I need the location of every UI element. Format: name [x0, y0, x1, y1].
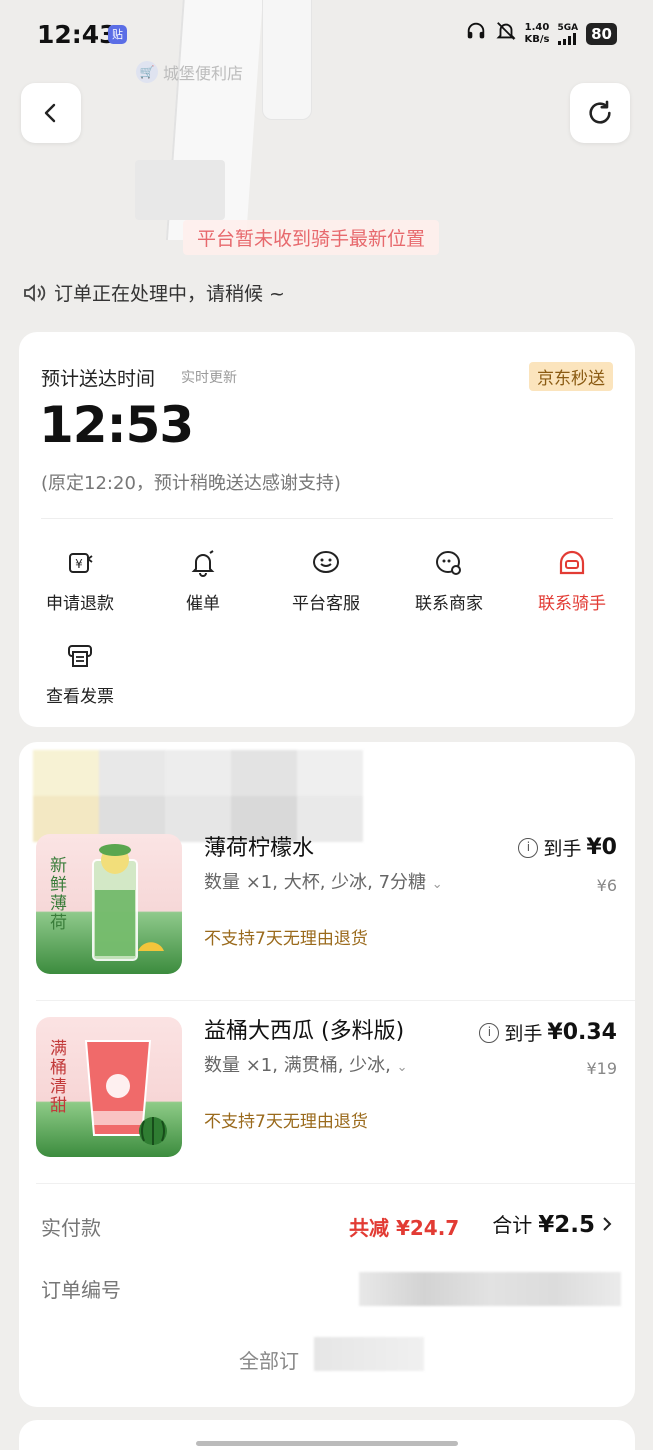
- customer-service-icon: [313, 551, 339, 573]
- net-price-value: ¥0.34: [547, 1020, 617, 1045]
- chevron-down-icon: ⌄: [396, 1060, 408, 1075]
- contact-rider-button[interactable]: 联系骑手: [517, 547, 627, 614]
- rider-location-tip: 平台暂未收到骑手最新位置: [183, 220, 440, 255]
- contact-merchant-button[interactable]: 联系商家: [394, 547, 504, 614]
- invoice-icon: [68, 645, 92, 667]
- action-label: 平台客服: [292, 594, 360, 614]
- map-building: [135, 160, 225, 220]
- delivery-card: 预计送达时间 实时更新 京东秒送 12:53 (原定12:20，预计稍晚送达感谢…: [19, 332, 635, 727]
- battery-icon: 80: [586, 22, 617, 45]
- blurred-text: [314, 1337, 424, 1371]
- action-label: 联系骑手: [538, 594, 606, 614]
- thumb-text: 新鲜薄荷: [46, 856, 66, 932]
- platform-service-button[interactable]: 平台客服: [271, 547, 381, 614]
- network-speed: 1.40 KB/s: [524, 21, 550, 45]
- chevron-left-icon: [44, 103, 56, 123]
- refund-icon: ¥: [69, 553, 93, 573]
- status-bar: 12:43 贴 1.40 KB/s 5GA 80: [0, 0, 653, 70]
- return-policy: 不支持7天无理由退货: [204, 929, 368, 949]
- item-name: 薄荷柠檬水: [204, 836, 315, 861]
- chevron-right-icon: [603, 1217, 612, 1231]
- watermelon-image: [139, 1117, 167, 1145]
- order-item[interactable]: 新鲜薄荷 薄荷柠檬水 数量 ×1, 大杯, 少冰, 7分糖 ⌄ 不支持7天无理由…: [19, 834, 635, 984]
- order-card: 新鲜薄荷 薄荷柠檬水 数量 ×1, 大杯, 少冰, 7分糖 ⌄ 不支持7天无理由…: [19, 742, 635, 1407]
- blurred-order-number: [359, 1272, 621, 1306]
- refresh-button[interactable]: [570, 83, 630, 143]
- product-image: 满桶清甜: [36, 1017, 182, 1157]
- processing-notice: 订单正在处理中，请稍候 ~: [22, 279, 285, 306]
- divider: [36, 1000, 635, 1001]
- blurred-store-header: [33, 750, 363, 842]
- original-price: ¥19: [586, 1059, 617, 1078]
- total-label: 合计: [492, 1213, 533, 1237]
- net-price: i 到手 ¥0.34: [479, 1019, 617, 1046]
- status-time: 12:43: [37, 20, 117, 49]
- headphones-icon: [465, 20, 487, 47]
- action-label: 申请退款: [46, 594, 114, 614]
- merchant-chat-icon: [436, 551, 461, 575]
- order-number-label: 订单编号: [41, 1278, 121, 1302]
- total-value: ¥2.5: [538, 1212, 595, 1238]
- service-badge: 京东秒送: [529, 362, 613, 391]
- info-icon[interactable]: i: [518, 837, 539, 858]
- mute-bell-icon: [495, 20, 517, 47]
- net-price-label: 到手: [504, 1023, 543, 1045]
- net-price-label: 到手: [543, 838, 582, 860]
- chevron-down-icon: ⌄: [431, 877, 443, 892]
- view-invoice-button[interactable]: 查看发票: [25, 640, 135, 707]
- total-amount[interactable]: 合计 ¥2.5: [492, 1209, 613, 1238]
- item-spec-text: 数量 ×1, 大杯, 少冰, 7分糖: [204, 872, 427, 893]
- rider-icon: [559, 550, 585, 575]
- action-label: 联系商家: [415, 594, 483, 614]
- item-spec-text: 数量 ×1, 满贯桶, 少冰,: [204, 1055, 391, 1076]
- item-name: 益桶大西瓜 (多料版): [204, 1019, 405, 1044]
- return-policy: 不支持7天无理由退货: [204, 1112, 368, 1132]
- signal-icon: 5GA: [557, 23, 578, 45]
- discount-amount: 共减 ¥24.7: [349, 1216, 460, 1240]
- speaker-icon: [24, 283, 46, 302]
- refresh-icon: [589, 100, 611, 124]
- processing-text: 订单正在处理中，请稍候 ~: [54, 283, 285, 305]
- bell-icon: [191, 550, 215, 577]
- urge-order-button[interactable]: 催单: [148, 547, 258, 614]
- notification-badge-icon: 贴: [108, 25, 127, 44]
- home-indicator[interactable]: [196, 1441, 458, 1446]
- shopping-cart-icon: 🛒: [136, 61, 158, 83]
- thumb-text: 满桶清甜: [46, 1039, 66, 1115]
- refund-button[interactable]: ¥ 申请退款: [25, 547, 135, 614]
- map-store-marker[interactable]: 🛒 城堡便利店: [136, 60, 243, 84]
- svg-text:¥: ¥: [75, 557, 83, 571]
- store-name: 城堡便利店: [163, 64, 244, 83]
- live-update-label: 实时更新: [181, 370, 237, 386]
- back-button[interactable]: [21, 83, 81, 143]
- item-spec[interactable]: 数量 ×1, 大杯, 少冰, 7分糖 ⌄: [204, 868, 443, 894]
- order-item[interactable]: 满桶清甜 益桶大西瓜 (多料版) 数量 ×1, 满贯桶, 少冰, ⌄ 不支持7天…: [19, 1017, 635, 1167]
- paid-label: 实付款: [41, 1216, 101, 1240]
- action-label: 催单: [186, 594, 220, 614]
- info-icon[interactable]: i: [479, 1022, 500, 1043]
- eta-label: 预计送达时间: [41, 368, 156, 390]
- lemon-image: [138, 942, 164, 951]
- view-all-button[interactable]: 全部订: [239, 1345, 299, 1374]
- original-price: ¥6: [596, 876, 617, 895]
- net-price: i 到手 ¥0: [518, 834, 617, 861]
- net-price-value: ¥0: [586, 835, 617, 860]
- item-spec[interactable]: 数量 ×1, 满贯桶, 少冰, ⌄: [204, 1051, 408, 1077]
- action-label: 查看发票: [46, 687, 114, 707]
- divider: [41, 518, 613, 519]
- divider: [36, 1183, 635, 1184]
- eta-note: (原定12:20，预计稍晚送达感谢支持): [41, 473, 341, 494]
- product-image: 新鲜薄荷: [36, 834, 182, 974]
- eta-time: 12:53: [39, 396, 194, 454]
